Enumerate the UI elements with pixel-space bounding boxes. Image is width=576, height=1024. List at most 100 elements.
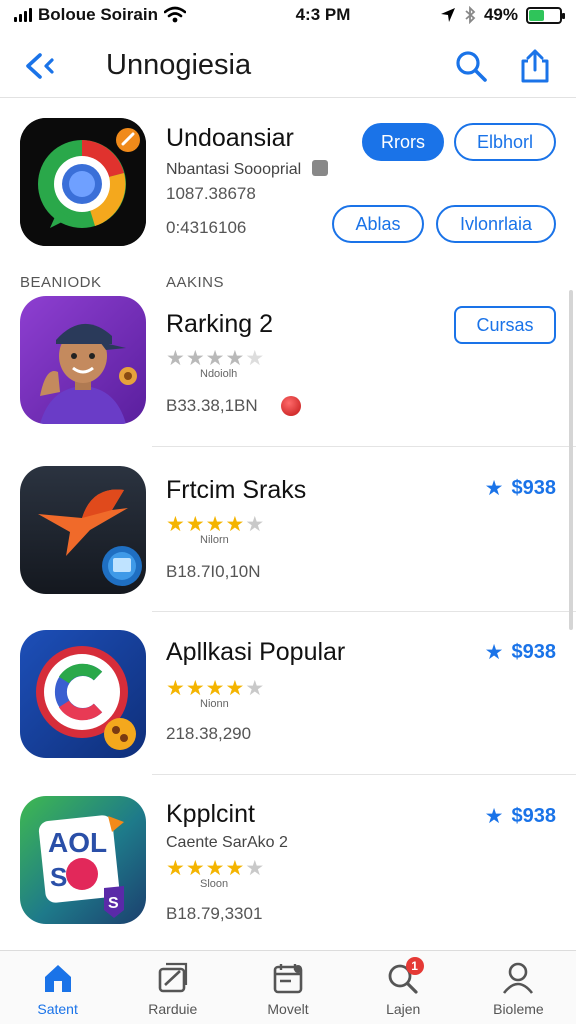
app-row-1[interactable]: Undoansiar Nbantasi Soooprial 1087.38678… [0, 100, 576, 270]
star-icon: ★ [245, 857, 265, 880]
app-icon-1 [20, 118, 146, 246]
share-button[interactable] [512, 43, 558, 89]
edit-icon [311, 160, 328, 176]
star-icon: ★ [166, 513, 185, 536]
app-row-5[interactable]: AOL S S Kpplcint Caente SarAko 2 ★ ★ ★ ★ ★ S… [0, 792, 576, 942]
star-rating-2: ★ ★ ★ ★ ★ [166, 348, 264, 369]
bird-icon [20, 466, 146, 594]
chevron-left-icon [26, 52, 54, 79]
tab-label-lajen: Lajen [386, 1001, 421, 1017]
tab-movelt[interactable]: Movelt [230, 951, 345, 1024]
app-title-4: Apllkasi Popular [166, 638, 346, 666]
app-meta-3: B18.7I0,10N [166, 562, 261, 581]
app-title-2: Rarking 2 [166, 310, 273, 338]
wifi-icon [163, 6, 186, 23]
rating-label-4: Nionn [200, 698, 229, 710]
star-rating-3: ★ ★ ★ ★ ★ [166, 514, 264, 535]
share-icon [521, 49, 549, 82]
tab-label-rarduie: Rarduie [148, 1001, 198, 1017]
star-icon: ★ [484, 641, 504, 664]
app-meta-1a: 1087.38678 [166, 184, 256, 203]
battery-icon [526, 6, 565, 24]
app-title-5: Kpplcint [166, 800, 255, 828]
rating-label-3: Nilorn [200, 534, 229, 546]
app-meta-4: 218.38,290 [166, 724, 252, 743]
tab-rarduie[interactable]: Rarduie [115, 951, 230, 1024]
person-icon [503, 962, 534, 994]
star-icon: ★ [484, 805, 504, 828]
section-header-left: BEANIODK [20, 274, 102, 291]
home-icon [44, 965, 71, 992]
battery-percent: 49% [483, 5, 518, 24]
app-title-1: Undoansiar [166, 124, 294, 152]
back-button[interactable] [10, 36, 70, 96]
news-icon [158, 962, 187, 993]
star-icon: ★ [166, 347, 185, 370]
rating-label-5: Sloon [200, 878, 229, 890]
star-icon: ★ [205, 347, 225, 370]
star-icon: ★ [166, 857, 185, 880]
status-right: 49% [412, 5, 565, 25]
price-5[interactable]: ★ $938 [485, 804, 556, 829]
action-button-rrors[interactable]: Rrors [362, 123, 444, 161]
app-icon-2 [20, 296, 146, 424]
app-row-4[interactable]: Apllkasi Popular ★ ★ ★ ★ ★ Nionn 218.38,290 … [0, 628, 576, 778]
action-button-elbhorl[interactable]: Elbhorl [454, 123, 556, 161]
app-subtitle-5: Caente SarAko 2 [166, 834, 288, 851]
price-3[interactable]: ★ $938 [485, 476, 556, 501]
star-icon: ★ [185, 857, 205, 880]
red-dot-icon [281, 396, 301, 416]
scrollbar[interactable] [569, 290, 573, 630]
price-4[interactable]: ★ $938 [485, 640, 556, 665]
app-icon-3 [20, 466, 146, 594]
tab-lajen[interactable]: 1 Lajen [346, 951, 461, 1024]
letters-icon: AOL S S [20, 796, 146, 924]
star-icon: ★ [245, 513, 265, 536]
section-header-right: AAKINS [166, 274, 225, 291]
tab-label-satent: Satent [37, 1001, 78, 1017]
app-title-3: Frtcim Sraks [166, 476, 307, 504]
tab-satent[interactable]: Satent [0, 951, 115, 1024]
star-icon: ★ [484, 477, 504, 500]
star-icon: ★ [205, 677, 225, 700]
svg-text:S: S [50, 862, 67, 892]
star-rating-5: ★ ★ ★ ★ ★ [166, 858, 264, 879]
star-icon: ★ [225, 347, 245, 370]
price-5-value: $938 [511, 805, 557, 827]
app-icon-5: AOL S S [20, 796, 146, 924]
search-icon [456, 50, 487, 82]
svg-text:AOL: AOL [48, 827, 107, 858]
app-icon-4 [20, 630, 146, 758]
notification-badge: 1 [405, 957, 424, 975]
status-time: 4:3 PM [295, 5, 351, 24]
battery-level [529, 9, 544, 21]
star-icon: ★ [205, 513, 225, 536]
calendar-icon [273, 964, 303, 994]
page-title: Unnogiesia [106, 49, 252, 81]
app-row-2[interactable]: Rarking 2 ★ ★ ★ ★ ★ Ndoiolh B33.38,1BN Cursa… [0, 296, 576, 448]
status-left: Boloue Soirain [14, 5, 234, 25]
search-button[interactable] [448, 43, 494, 89]
star-icon: ★ [185, 513, 205, 536]
signal-icon [14, 8, 32, 22]
chrome-style-icon [20, 118, 146, 246]
location-arrow-icon [440, 8, 455, 22]
star-icon: ★ [225, 677, 245, 700]
nav-bar: Unnogiesia [0, 34, 576, 98]
action-button-ivlonrlaia[interactable]: Ivlonrlaia [436, 205, 556, 243]
divider [152, 611, 576, 612]
star-icon: ★ [245, 347, 265, 370]
star-rating-4: ★ ★ ★ ★ ★ [166, 678, 264, 699]
star-icon: ★ [205, 857, 225, 880]
rating-label-2: Ndoiolh [200, 368, 238, 380]
action-button-cursas[interactable]: Cursas [454, 306, 556, 344]
circle-c-icon [20, 630, 146, 758]
app-meta-5: B18.79,3301 [166, 904, 263, 923]
app-row-3[interactable]: Frtcim Sraks ★ ★ ★ ★ ★ Nilorn B18.7I0,10N ★ … [0, 464, 576, 614]
divider [152, 774, 576, 775]
tab-bioleme[interactable]: Bioleme [461, 951, 576, 1024]
status-bar: Boloue Soirain 4:3 PM 49% [0, 0, 576, 30]
star-icon: ★ [225, 857, 245, 880]
star-icon: ★ [225, 513, 245, 536]
action-button-ablas[interactable]: Ablas [332, 205, 424, 243]
